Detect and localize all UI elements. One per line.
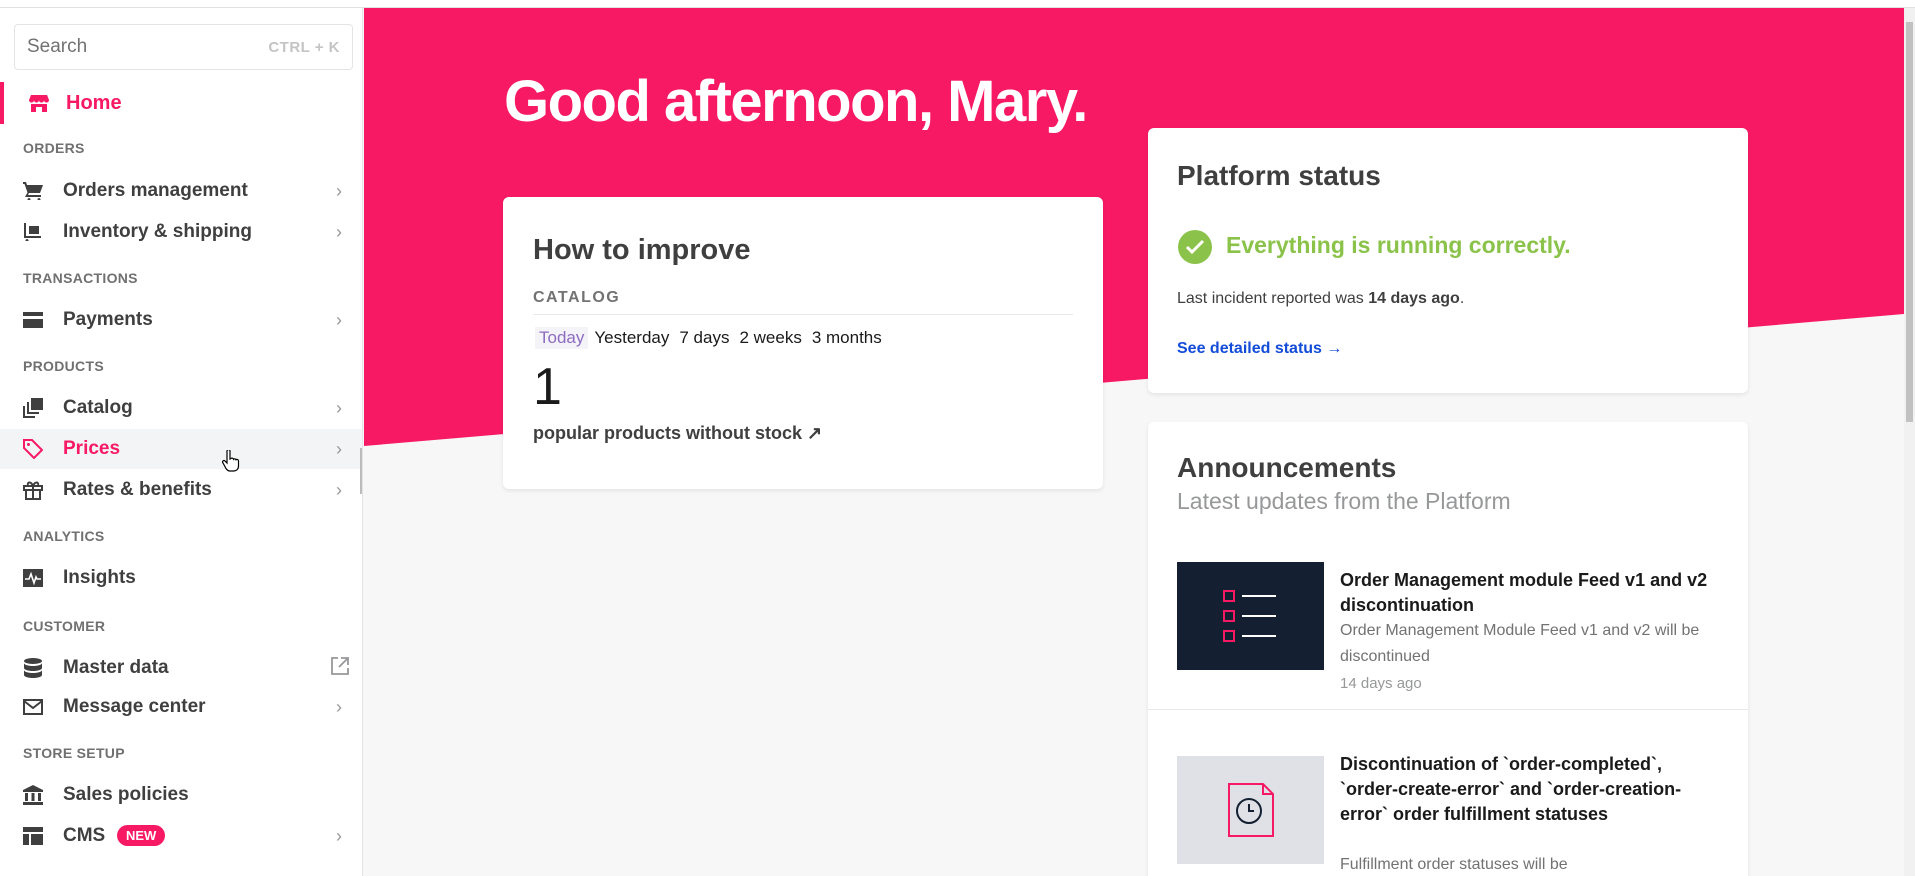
card-subtitle: Latest updates from the Platform [1177, 488, 1511, 514]
card-title: Announcements [1177, 452, 1397, 483]
period-tab-yesterday[interactable]: Yesterday [590, 327, 673, 349]
sidebar-item-inventory-shipping[interactable]: Inventory & shipping › [0, 212, 362, 252]
sidebar-item-cms[interactable]: CMS NEW › [0, 816, 362, 856]
chevron-right-icon: › [336, 696, 342, 717]
divider [533, 314, 1073, 315]
period-tab-3-months[interactable]: 3 months [808, 327, 886, 349]
how-to-improve-card: How to improve CATALOG Today Yesterday 7… [503, 197, 1103, 489]
user-name: Mary [947, 69, 1074, 134]
bank-icon [22, 784, 44, 806]
section-title-customer: CUSTOMER [23, 618, 106, 634]
see-detailed-status-link[interactable]: See detailed status → [1177, 340, 1342, 358]
card-title: Platform status [1177, 160, 1381, 191]
chevron-right-icon: › [336, 397, 342, 418]
page-scrollbar[interactable] [1904, 8, 1915, 876]
search-shortcut: CTRL + K [268, 38, 340, 56]
sidebar-item-payments[interactable]: Payments › [0, 300, 362, 340]
activity-icon [22, 567, 44, 589]
sidebar-item-label: Catalog [63, 397, 133, 418]
chevron-right-icon: › [336, 221, 342, 242]
period-tab-today[interactable]: Today [535, 327, 589, 349]
period-tab-2-weeks[interactable]: 2 weeks [735, 327, 805, 349]
sidebar-item-label: Prices [63, 438, 121, 459]
sidebar-item-label: Message center [63, 696, 206, 717]
catalog-section-title: CATALOG [533, 289, 621, 306]
section-title-orders: ORDERS [23, 140, 85, 156]
mail-icon [22, 696, 44, 718]
database-icon [22, 657, 44, 679]
sidebar-item-label: Sales policies [63, 784, 189, 805]
catalog-icon [22, 397, 44, 419]
sidebar-item-orders-management[interactable]: Orders management › [0, 171, 362, 211]
announcements-card: Announcements Latest updates from the Pl… [1148, 422, 1748, 876]
announcement-item[interactable]: Discontinuation of `order-completed`, `o… [1148, 710, 1748, 876]
chevron-right-icon: › [336, 180, 342, 201]
sidebar-item-label: Payments [63, 309, 153, 330]
scrollbar-thumb[interactable] [1906, 22, 1913, 422]
sidebar-item-label: CMS [63, 825, 106, 846]
check-circle-icon [1178, 230, 1212, 264]
store-icon [28, 92, 50, 114]
sidebar-item-catalog[interactable]: Catalog › [0, 388, 362, 428]
sidebar-item-master-data[interactable]: Master data [0, 648, 362, 688]
sidebar-item-label: Orders management [63, 180, 248, 201]
sidebar-item-label: Insights [63, 567, 136, 588]
period-tab-7-days[interactable]: 7 days [675, 327, 733, 349]
last-incident: Last incident reported was 14 days ago. [1177, 290, 1465, 307]
status-message: Everything is running correctly. [1226, 232, 1571, 258]
dolly-icon [22, 221, 44, 243]
popular-products-link[interactable]: popular products without stock ↗ [533, 423, 822, 444]
gift-icon [22, 479, 44, 501]
period-tabs: Today Yesterday 7 days 2 weeks 3 months [535, 327, 888, 349]
search-input[interactable]: Search CTRL + K [14, 24, 353, 70]
tag-icon [22, 438, 44, 460]
sidebar-item-label: Rates & benefits [63, 479, 212, 500]
sidebar-item-message-center[interactable]: Message center › [0, 687, 362, 727]
external-link-icon [330, 656, 350, 681]
document-clock-icon [1177, 756, 1324, 864]
metric-value: 1 [533, 358, 562, 416]
announcement-title: Order Management module Feed v1 and v2 d… [1340, 570, 1708, 615]
sidebar-item-label: Master data [63, 657, 169, 678]
chevron-right-icon: › [336, 825, 342, 846]
chevron-right-icon: › [336, 438, 342, 459]
chevron-right-icon: › [336, 479, 342, 500]
card-title: How to improve [533, 234, 751, 266]
announcement-title: Discontinuation of `order-completed`, `o… [1340, 754, 1682, 824]
sidebar-item-sales-policies[interactable]: Sales policies [0, 775, 362, 815]
credit-card-icon [22, 309, 44, 331]
platform-status-card: Platform status Everything is running co… [1148, 128, 1748, 393]
new-badge: NEW [117, 825, 166, 846]
layout-icon [22, 825, 44, 847]
announcement-item[interactable]: Order Management module Feed v1 and v2 d… [1148, 546, 1748, 710]
search-placeholder: Search [27, 36, 88, 57]
announcement-date: 14 days ago [1340, 675, 1422, 692]
sidebar-item-label: Home [66, 91, 122, 114]
sidebar-item-label: Inventory & shipping [63, 221, 252, 242]
checklist-icon [1177, 562, 1324, 670]
top-strip [0, 0, 1915, 8]
cart-icon [22, 180, 44, 202]
sidebar-item-insights[interactable]: Insights [0, 558, 362, 598]
main-content: Good afternoon, Mary. How to improve CAT… [364, 8, 1904, 876]
sidebar-scrollbar[interactable] [360, 448, 362, 494]
section-title-transactions: TRANSACTIONS [23, 270, 138, 286]
sidebar-item-home[interactable]: Home [0, 82, 362, 124]
sidebar-item-prices[interactable]: Prices › [0, 429, 362, 469]
section-title-analytics: ANALYTICS [23, 528, 105, 544]
sidebar-item-rates-benefits[interactable]: Rates & benefits › [0, 470, 362, 510]
announcement-description: Fulfillment order statuses will be [1340, 856, 1568, 873]
chevron-right-icon: › [336, 309, 342, 330]
greeting: Good afternoon, Mary. [504, 69, 1088, 134]
hand-cursor-icon [222, 448, 240, 477]
announcement-description: Order Management Module Feed v1 and v2 w… [1340, 622, 1700, 665]
section-title-products: PRODUCTS [23, 358, 104, 374]
section-title-store-setup: STORE SETUP [23, 745, 125, 761]
sidebar: Search CTRL + K Home ORDERS Orders manag… [0, 8, 363, 876]
